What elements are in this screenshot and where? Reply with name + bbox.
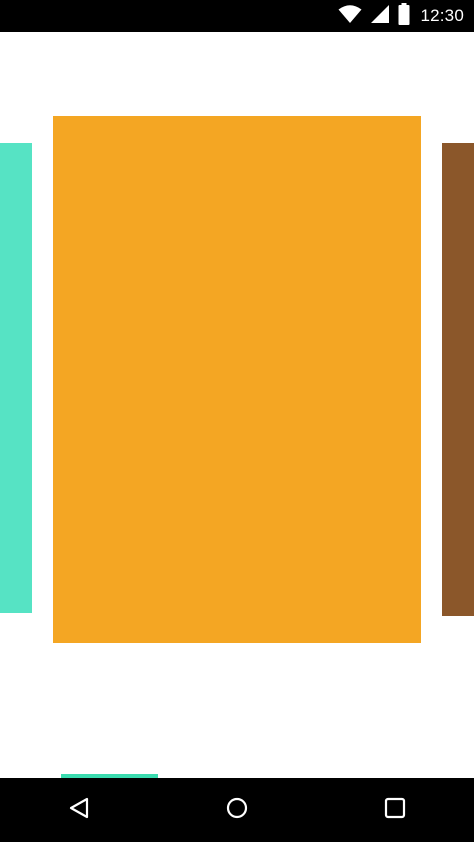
status-icons: 12:30 (338, 0, 464, 32)
page-card-current[interactable] (53, 116, 421, 643)
recents-icon (383, 796, 407, 824)
back-icon (67, 796, 91, 824)
recents-button[interactable] (365, 780, 425, 840)
status-time: 12:30 (420, 6, 464, 25)
battery-icon (398, 3, 410, 29)
app-screen: 12:30 (0, 0, 474, 842)
home-button[interactable] (207, 780, 267, 840)
page-card-next[interactable] (442, 143, 474, 616)
cellular-signal-icon (370, 4, 390, 28)
navigation-bar (0, 778, 474, 842)
status-bar: 12:30 (0, 0, 474, 32)
view-pager[interactable] (0, 32, 474, 778)
back-button[interactable] (49, 780, 109, 840)
wifi-icon (338, 4, 362, 28)
page-card-previous[interactable] (0, 143, 32, 613)
home-icon (225, 796, 249, 824)
